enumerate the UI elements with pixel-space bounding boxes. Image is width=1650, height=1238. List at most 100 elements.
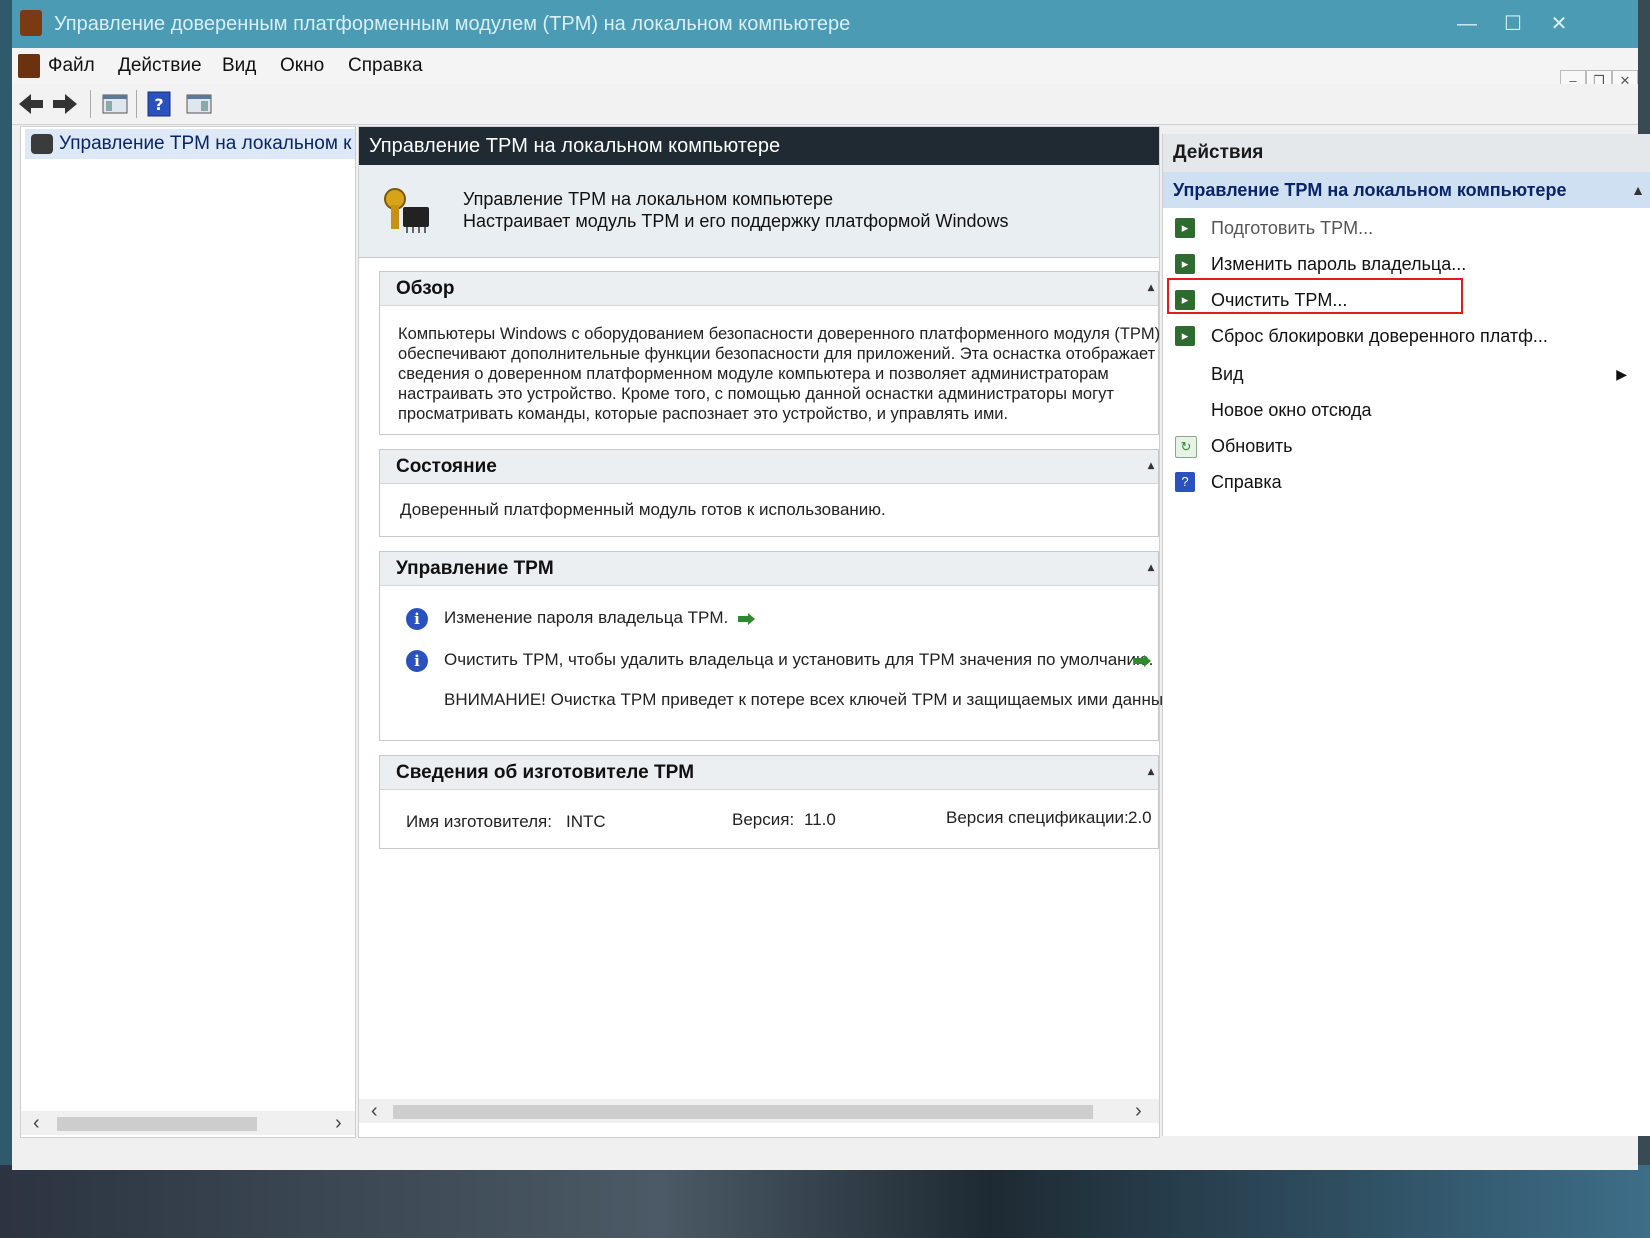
action-label: Новое окно отсюда (1211, 400, 1372, 420)
overview-line: сведения о доверенном платформенном моду… (398, 365, 1109, 383)
console-tree: Управление TPM на локальном к ‹ › (20, 126, 356, 1138)
results-pane-title: Управление TPM на локальном компьютере (359, 127, 1159, 165)
header-title: Управление TPM на локальном компьютере (463, 189, 833, 209)
green-link-arrow-icon[interactable] (736, 612, 756, 626)
collapse-icon[interactable]: ▴ (1148, 754, 1154, 788)
menu-bar: Файл Действие Вид Окно Справка – ❐ ✕ (12, 48, 1638, 94)
menu-help[interactable]: Справка (348, 48, 423, 84)
info-icon: i (406, 608, 428, 630)
title-bar[interactable]: Управление доверенным платформенным моду… (12, 0, 1638, 48)
spec-version-label: Версия спецификации: (946, 808, 1129, 827)
action-label: Вид (1211, 364, 1244, 384)
action-reset-lockout[interactable]: ▸ Сброс блокировки доверенного платф... (1163, 318, 1633, 354)
action-label: Сброс блокировки доверенного платф... (1211, 326, 1548, 346)
desktop-wallpaper (0, 1165, 1650, 1238)
action-prepare-tpm[interactable]: ▸ Подготовить TPM... (1163, 210, 1633, 246)
console-icon[interactable] (18, 54, 40, 78)
help-icon[interactable]: ? (144, 89, 174, 119)
tpm-key-icon (31, 134, 53, 154)
manufacturer-name-label: Имя изготовителя: (406, 812, 552, 831)
maximize-icon[interactable]: ☐ (1490, 0, 1536, 48)
action-label: Справка (1211, 472, 1282, 492)
overview-line: обеспечивают дополнительные функции безо… (398, 345, 1156, 363)
results-pane: Управление TPM на локальном компьютере У… (358, 126, 1176, 1138)
desktop-edge (0, 0, 12, 1238)
window-title: Управление доверенным платформенным моду… (54, 13, 851, 35)
overview-section: Обзор ▴ Компьютеры Windows с оборудовани… (379, 271, 1161, 435)
action-view[interactable]: Вид ▶ (1163, 356, 1633, 392)
info-icon: i (406, 650, 428, 672)
show-hide-action-pane-icon[interactable] (184, 89, 214, 119)
tree-item-label: Управление TPM на локальном к (59, 133, 352, 154)
action-new-window[interactable]: Новое окно отсюда (1163, 392, 1633, 428)
status-section: Состояние ▴ Доверенный платформенный мод… (379, 449, 1159, 537)
show-hide-tree-icon[interactable] (100, 89, 130, 119)
tpm-management-heading: Управление TPM (396, 558, 554, 579)
refresh-icon: ↻ (1175, 436, 1197, 458)
menu-file[interactable]: Файл (48, 48, 95, 84)
actions-title: Действия (1163, 134, 1650, 172)
snapin-header: Управление TPM на локальном компьютере Н… (359, 165, 1159, 258)
overview-line: просматривать команды, которые распознае… (398, 405, 1009, 423)
overview-text: Компьютеры Windows с оборудованием безоп… (398, 324, 1161, 424)
menu-window[interactable]: Окно (280, 48, 324, 84)
version-value: 11.0 (804, 810, 836, 829)
collapse-icon[interactable]: ▲ (1631, 172, 1645, 208)
manufacturer-name-value: INTC (566, 812, 606, 831)
clear-tpm-text: Очистить TPM, чтобы удалить владельца и … (444, 650, 1154, 669)
header-description: Настраивает модуль TPM и его поддержку п… (463, 211, 1009, 231)
green-action-icon: ▸ (1175, 218, 1195, 238)
tree-horizontal-scrollbar[interactable]: ‹ › (21, 1111, 355, 1135)
action-help[interactable]: ? Справка (1163, 464, 1633, 500)
toolbar-divider (136, 90, 137, 118)
action-label: Обновить (1211, 436, 1293, 456)
section-heading[interactable]: Состояние ▴ (380, 450, 1158, 484)
app-icon (20, 10, 42, 36)
scroll-right-icon[interactable]: › (1135, 1099, 1142, 1123)
scroll-thumb[interactable] (57, 1117, 257, 1131)
manufacturer-section: Сведения об изготовителе TPM ▴ Имя изгот… (379, 755, 1159, 849)
action-change-owner-password[interactable]: ▸ Изменить пароль владельца... (1163, 246, 1633, 282)
results-horizontal-scrollbar[interactable]: ‹ › (359, 1099, 1159, 1123)
action-label: Подготовить TPM... (1211, 218, 1374, 238)
actions-pane: Действия Управление TPM на локальном ком… (1162, 134, 1650, 1136)
action-label: Изменить пароль владельца... (1211, 254, 1467, 274)
collapse-icon[interactable]: ▴ (1148, 270, 1154, 304)
action-refresh[interactable]: ↻ Обновить (1163, 428, 1633, 464)
submenu-arrow-icon: ▶ (1616, 366, 1627, 382)
scroll-left-icon[interactable]: ‹ (33, 1111, 40, 1135)
collapse-icon[interactable]: ▴ (1148, 448, 1154, 482)
highlight-box (1167, 278, 1463, 314)
back-arrow-icon[interactable] (16, 89, 46, 119)
version-label: Версия: (732, 810, 795, 829)
scroll-left-icon[interactable]: ‹ (371, 1099, 378, 1123)
close-icon[interactable]: ✕ (1536, 0, 1582, 48)
menu-view[interactable]: Вид (222, 48, 256, 84)
green-link-arrow-icon[interactable] (1132, 654, 1152, 668)
status-heading: Состояние (396, 456, 497, 477)
section-heading[interactable]: Обзор ▴ (380, 272, 1158, 306)
actions-group-label: Управление TPM на локальном компьютере (1173, 180, 1567, 200)
menu-action[interactable]: Действие (118, 48, 202, 84)
scroll-thumb[interactable] (393, 1105, 1093, 1119)
green-action-icon: ▸ (1175, 326, 1195, 346)
section-heading[interactable]: Управление TPM ▴ (380, 552, 1158, 586)
scroll-right-icon[interactable]: › (335, 1111, 342, 1135)
toolbar: ? (12, 84, 1638, 125)
overview-line: настраивать это устройство. Кроме того, … (398, 385, 1114, 403)
collapse-icon[interactable]: ▴ (1148, 550, 1154, 584)
minimize-icon[interactable]: — (1444, 0, 1490, 48)
tpm-management-section: Управление TPM ▴ i Изменение пароля влад… (379, 551, 1176, 741)
tree-item-tpm-local[interactable]: Управление TPM на локальном к (25, 129, 355, 159)
status-text: Доверенный платформенный модуль готов к … (400, 500, 886, 519)
overview-heading: Обзор (396, 278, 455, 299)
section-heading[interactable]: Сведения об изготовителе TPM ▴ (380, 756, 1158, 790)
actions-group-header[interactable]: Управление TPM на локальном компьютере ▲ (1163, 172, 1650, 208)
manufacturer-heading: Сведения об изготовителе TPM (396, 762, 695, 783)
toolbar-divider (90, 90, 91, 118)
forward-arrow-icon[interactable] (50, 89, 80, 119)
svg-text:?: ? (154, 95, 163, 114)
tpm-chip-key-icon (379, 185, 431, 235)
overview-line: Компьютеры Windows с оборудованием безоп… (398, 325, 1161, 343)
mmc-window: Управление доверенным платформенным моду… (12, 0, 1650, 1170)
